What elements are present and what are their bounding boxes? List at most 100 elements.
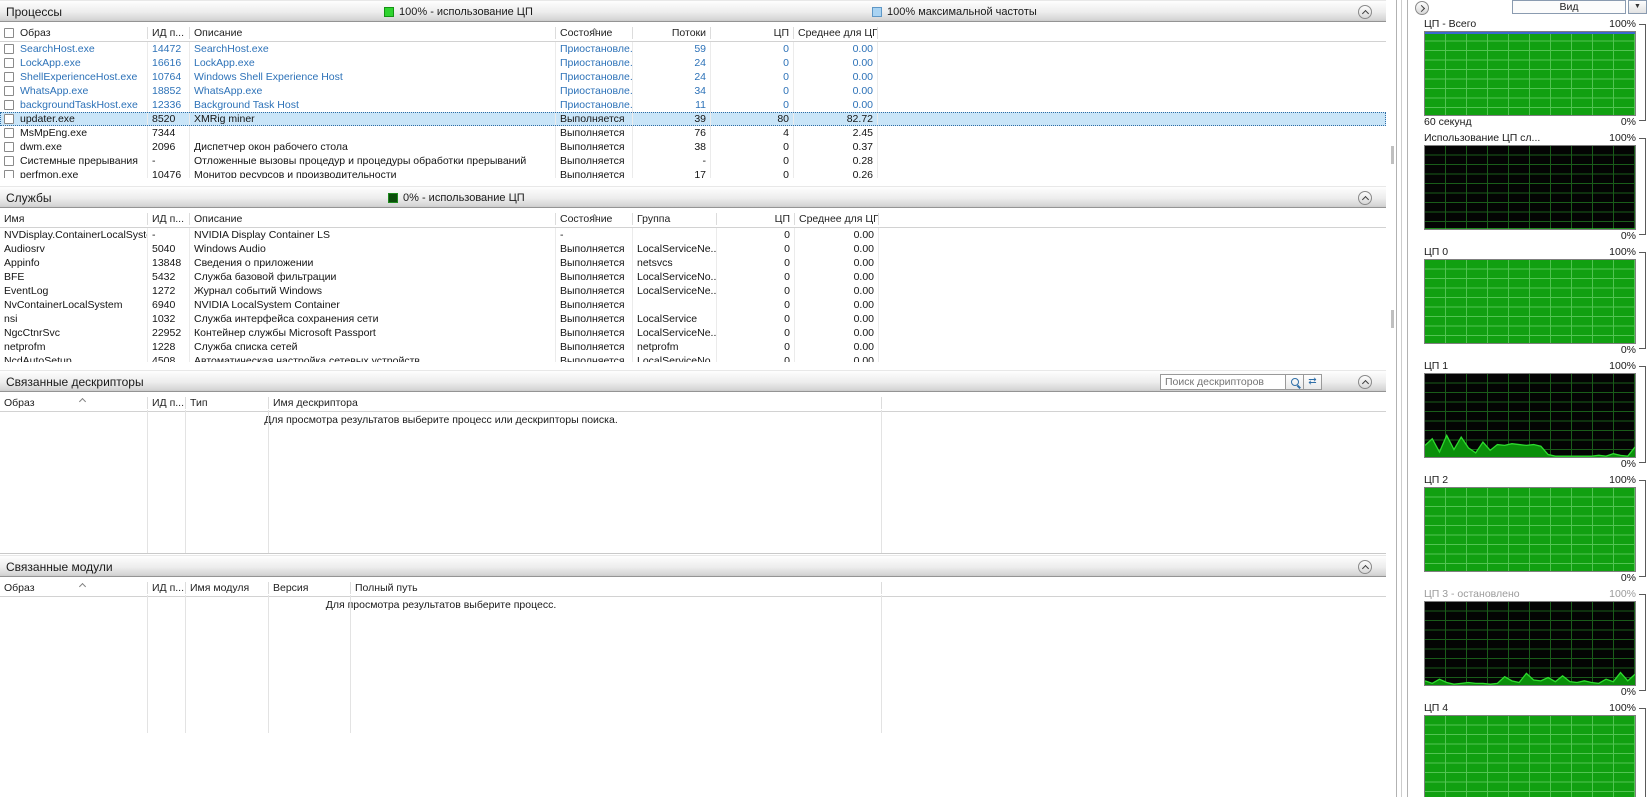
service-pid: - bbox=[148, 228, 190, 242]
column-status[interactable]: Состояние bbox=[556, 213, 633, 225]
column-pid[interactable]: ИД п... bbox=[148, 397, 186, 409]
row-checkbox[interactable] bbox=[4, 72, 14, 82]
row-checkbox[interactable] bbox=[4, 128, 14, 138]
service-row[interactable]: NgcCtnrSvc 22952 Контейнер службы Microsof… bbox=[0, 326, 1386, 340]
column-cpu[interactable]: ЦП bbox=[717, 213, 795, 225]
service-row[interactable]: BFE 5432 Служба базовой фильтрации Выполняе… bbox=[0, 270, 1386, 284]
collapse-chevron-icon[interactable] bbox=[1358, 375, 1372, 389]
modules-section-header[interactable]: Связанные модули bbox=[0, 555, 1386, 577]
column-group[interactable]: Группа bbox=[633, 213, 717, 225]
view-dropdown-arrow-icon[interactable]: ▼ bbox=[1628, 0, 1647, 14]
column-image[interactable]: Образ bbox=[0, 397, 148, 409]
processes-scrollbar-thumb[interactable] bbox=[1391, 146, 1394, 164]
processes-column-header[interactable]: Образ ИД п... Описание Состояние Потоки … bbox=[0, 22, 1386, 42]
cpu-graph bbox=[1424, 715, 1636, 797]
modules-column-header[interactable]: Образ ИД п... Имя модуля Версия Полный п… bbox=[0, 577, 1386, 597]
process-image-name: updater.exe bbox=[20, 113, 75, 125]
service-row[interactable]: EventLog 1272 Журнал событий Windows Выполн… bbox=[0, 284, 1386, 298]
collapse-panel-chevron-icon[interactable] bbox=[1415, 1, 1429, 15]
panel-splitter[interactable] bbox=[1396, 0, 1408, 797]
process-row[interactable]: LockApp.exe 16616 LockApp.exe Приостановле.… bbox=[0, 56, 1386, 70]
process-row[interactable]: dwm.exe 2096 Диспетчер окон рабочего стола… bbox=[0, 140, 1386, 154]
process-row[interactable]: ShellExperienceHost.exe 10764 Windows Shel… bbox=[0, 70, 1386, 84]
column-description[interactable]: Описание bbox=[190, 213, 556, 225]
column-status[interactable]: Состояние bbox=[556, 27, 633, 39]
column-image[interactable]: Образ bbox=[0, 27, 148, 39]
service-row[interactable]: Audiosrv 5040 Windows Audio Выполняется Loca… bbox=[0, 242, 1386, 256]
service-row[interactable]: Appinfo 13848 Сведения о приложении Выполня… bbox=[0, 256, 1386, 270]
column-handle-name[interactable]: Имя дескриптора bbox=[269, 397, 882, 409]
services-scrollbar-thumb[interactable] bbox=[1391, 310, 1394, 328]
process-row[interactable]: WhatsApp.exe 18852 WhatsApp.exe Приостановл… bbox=[0, 84, 1386, 98]
graph-scale-bracket bbox=[1639, 480, 1646, 577]
process-row[interactable]: SearchHost.exe 14472 SearchHost.exe Приоста… bbox=[0, 42, 1386, 56]
search-go-button[interactable]: ⇄ bbox=[1304, 374, 1322, 390]
service-status: Выполняется bbox=[556, 312, 633, 326]
column-pid[interactable]: ИД п... bbox=[148, 582, 186, 594]
services-section-header[interactable]: Службы 0% - использование ЦП bbox=[0, 186, 1386, 208]
process-image-name: SearchHost.exe bbox=[20, 43, 95, 55]
section-handles: Связанные дескрипторы ⇄ Образ ИД п... Ти… bbox=[0, 370, 1386, 554]
process-row[interactable]: Системные прерывания - Отложенные вызовы п… bbox=[0, 154, 1386, 168]
column-type[interactable]: Тип bbox=[186, 397, 269, 409]
handles-section-header[interactable]: Связанные дескрипторы ⇄ bbox=[0, 370, 1386, 392]
select-all-checkbox[interactable] bbox=[4, 28, 14, 38]
row-checkbox[interactable] bbox=[4, 170, 14, 178]
service-description: Служба базовой фильтрации bbox=[190, 270, 556, 284]
service-row[interactable]: NvContainerLocalSystem 6940 NVIDIA LocalSy… bbox=[0, 298, 1386, 312]
row-checkbox[interactable] bbox=[4, 58, 14, 68]
service-avg-cpu: 0.00 bbox=[795, 354, 879, 362]
search-button[interactable] bbox=[1286, 374, 1304, 390]
process-description: LockApp.exe bbox=[190, 56, 556, 70]
service-pid: 22952 bbox=[148, 326, 190, 340]
process-avg-cpu: 0.00 bbox=[794, 56, 878, 70]
service-name: NVDisplay.ContainerLocalSystem bbox=[0, 228, 148, 242]
column-pid[interactable]: ИД п... bbox=[148, 27, 190, 39]
services-column-header[interactable]: Имя ИД п... Описание Состояние Группа ЦП… bbox=[0, 208, 1386, 228]
max-frequency-line bbox=[1425, 32, 1635, 34]
cpu-graph bbox=[1424, 373, 1636, 458]
column-version[interactable]: Версия bbox=[269, 582, 351, 594]
process-threads: 76 bbox=[633, 126, 711, 140]
row-checkbox[interactable] bbox=[4, 44, 14, 54]
graph-ymin-label: 0% bbox=[1620, 458, 1636, 470]
row-checkbox[interactable] bbox=[4, 86, 14, 96]
column-name[interactable]: Имя bbox=[0, 213, 148, 225]
view-button[interactable]: Вид bbox=[1512, 0, 1626, 14]
process-row[interactable]: backgroundTaskHost.exe 12336 Background Ta… bbox=[0, 98, 1386, 112]
handle-search-input[interactable] bbox=[1160, 374, 1286, 390]
service-row[interactable]: nsi 1032 Служба интерфейса сохранения сети… bbox=[0, 312, 1386, 326]
handle-search: ⇄ bbox=[1160, 374, 1322, 390]
collapse-chevron-icon[interactable] bbox=[1358, 5, 1372, 19]
column-image[interactable]: Образ bbox=[0, 582, 148, 594]
process-avg-cpu: 0.26 bbox=[794, 168, 878, 178]
collapse-chevron-icon[interactable] bbox=[1358, 560, 1372, 574]
handles-column-header[interactable]: Образ ИД п... Тип Имя дескриптора bbox=[0, 392, 1386, 412]
service-row[interactable]: NVDisplay.ContainerLocalSystem - NVIDIA Di… bbox=[0, 228, 1386, 242]
row-checkbox[interactable] bbox=[4, 142, 14, 152]
service-row[interactable]: NcdAutoSetup 4508 Автоматическая настройка… bbox=[0, 354, 1386, 362]
service-row[interactable]: netprofm 1228 Служба списка сетей Выполняет… bbox=[0, 340, 1386, 354]
column-threads[interactable]: Потоки bbox=[633, 27, 711, 39]
process-row[interactable]: updater.exe 8520 XMRig miner Выполняется 39 8… bbox=[0, 112, 1386, 126]
service-group: LocalServiceNo... bbox=[633, 354, 717, 362]
processes-section-header[interactable]: Процессы 100% - использование ЦП 100% ма… bbox=[0, 0, 1386, 22]
collapse-chevron-icon[interactable] bbox=[1358, 191, 1372, 205]
process-image-cell: WhatsApp.exe bbox=[0, 84, 148, 98]
column-full-path[interactable]: Полный путь bbox=[351, 582, 882, 594]
row-checkbox[interactable] bbox=[4, 114, 14, 124]
process-description: Диспетчер окон рабочего стола bbox=[190, 140, 556, 154]
row-checkbox[interactable] bbox=[4, 100, 14, 110]
service-pid: 13848 bbox=[148, 256, 190, 270]
process-status: Приостановле... bbox=[556, 42, 633, 56]
column-cpu[interactable]: ЦП bbox=[711, 27, 794, 39]
process-row[interactable]: MsMpEng.exe 7344 Выполняется 76 4 2.45 bbox=[0, 126, 1386, 140]
column-description[interactable]: Описание bbox=[190, 27, 556, 39]
service-status: Выполняется bbox=[556, 242, 633, 256]
column-pid[interactable]: ИД п... bbox=[148, 213, 190, 225]
row-checkbox[interactable] bbox=[4, 156, 14, 166]
column-avg-cpu[interactable]: Среднее для ЦП bbox=[795, 213, 879, 225]
column-avg-cpu[interactable]: Среднее для ЦП bbox=[794, 27, 878, 39]
column-module-name[interactable]: Имя модуля bbox=[186, 582, 269, 594]
process-row[interactable]: perfmon.exe 10476 Монитор ресурсов и произ… bbox=[0, 168, 1386, 178]
